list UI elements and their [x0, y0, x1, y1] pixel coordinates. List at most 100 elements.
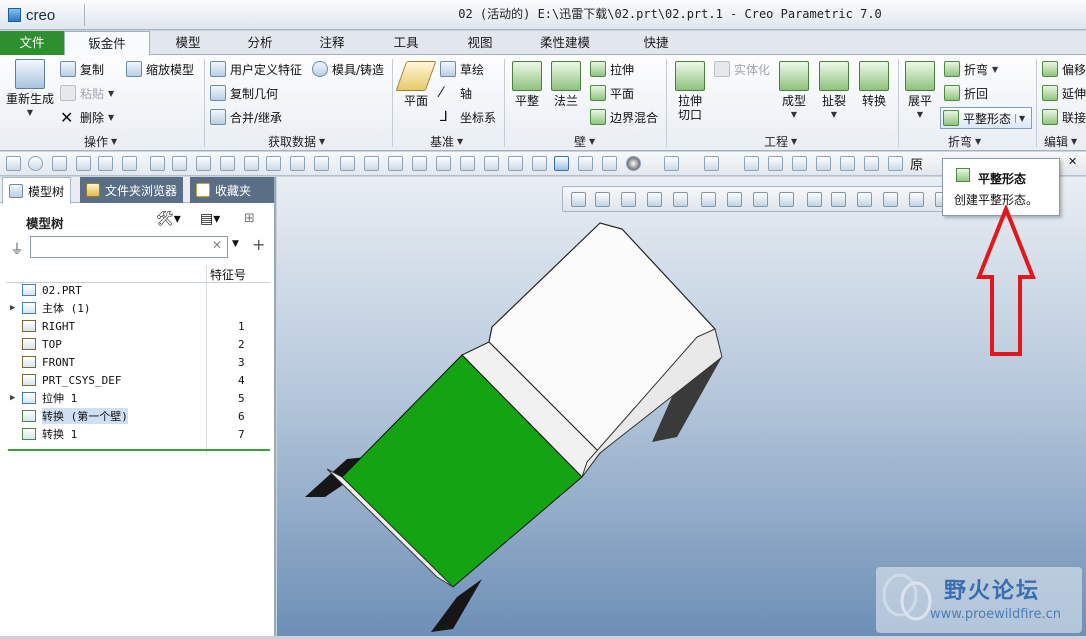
group-label-operations[interactable]: 操作 ▼ — [84, 133, 117, 150]
new-icon[interactable] — [6, 156, 21, 171]
group-label-datum[interactable]: 基准 ▼ — [430, 133, 463, 150]
csys-button[interactable]: ⅃ 坐标系 — [440, 107, 496, 127]
extrude-wall-button[interactable]: 拉伸 — [590, 59, 634, 79]
settings-tools-icon[interactable]: 🛠▾ — [156, 211, 190, 231]
csys-display-icon[interactable] — [909, 192, 924, 207]
regenerate-button[interactable]: 重新生成 ▼ — [4, 59, 56, 120]
show-menu-icon[interactable]: ▤▾ — [200, 211, 230, 231]
saved-orientations-icon[interactable] — [701, 192, 716, 207]
point-display-icon[interactable] — [883, 192, 898, 207]
scale-model-button[interactable]: 缩放模型 — [126, 59, 194, 79]
form-button[interactable]: 成型 ▼ — [776, 61, 812, 122]
csys-icon[interactable] — [290, 156, 305, 171]
search-dropdown-icon[interactable]: ▼ — [232, 239, 239, 249]
perspective-icon[interactable] — [753, 192, 768, 207]
sketch-icon[interactable] — [220, 156, 235, 171]
redo-icon[interactable] — [704, 156, 719, 171]
page-icon[interactable] — [150, 156, 165, 171]
expand-arrow-icon[interactable]: ▶ — [10, 303, 22, 313]
sync-icon[interactable] — [364, 156, 379, 171]
display-style-icon[interactable] — [673, 192, 688, 207]
rip-button[interactable]: 扯裂 ▼ — [816, 61, 852, 122]
chevron-down-icon[interactable]: ▼ — [1015, 113, 1025, 123]
udf-button[interactable]: 用户定义特征 — [210, 59, 302, 79]
tab-model-tree[interactable]: 模型树 — [2, 177, 72, 204]
close-icon[interactable]: ✕ — [1068, 155, 1083, 170]
flat-state-button[interactable]: 平整形态 ▼ — [940, 107, 1032, 129]
sketch-button[interactable]: 草绘 — [440, 59, 484, 79]
search-input[interactable] — [30, 236, 228, 258]
extrude-cut-button[interactable]: 拉伸 切口 — [672, 61, 708, 122]
axis-display-icon[interactable] — [857, 192, 872, 207]
tab-flexible-modeling[interactable]: 柔性建模 — [530, 31, 600, 55]
solidify-button[interactable]: 实体化 — [714, 59, 770, 79]
flange-wall-button[interactable]: 法兰 — [548, 61, 584, 108]
zoom-box-icon[interactable] — [578, 156, 593, 171]
tab-folder-browser[interactable]: 文件夹浏览器 — [80, 177, 184, 203]
paste-button[interactable]: 粘贴 ▼ — [60, 83, 114, 103]
tab-shortcuts[interactable]: 快捷 — [630, 31, 682, 55]
group-label-edit[interactable]: 编辑 ▼ — [1044, 133, 1077, 150]
bracket-icon[interactable] — [340, 156, 355, 171]
add-icon[interactable]: + — [252, 235, 265, 254]
group-label-engineering[interactable]: 工程 ▼ — [764, 133, 797, 150]
bend-back-button[interactable]: 折回 — [944, 83, 988, 103]
window-icon[interactable] — [172, 156, 187, 171]
chain-icon[interactable] — [816, 156, 831, 171]
tree-row[interactable]: 02.PRT — [10, 281, 270, 299]
tree-row[interactable]: RIGHT 1 — [10, 317, 270, 335]
section-icon[interactable] — [779, 192, 794, 207]
scale-icon[interactable] — [508, 156, 523, 171]
tree-row[interactable]: ▶ 拉伸 1 5 — [10, 389, 270, 407]
refit-icon[interactable] — [571, 192, 586, 207]
tab-favorites[interactable]: 收藏夹 — [190, 177, 274, 203]
tree-row[interactable]: FRONT 3 — [10, 353, 270, 371]
clear-search-icon[interactable]: ✕ — [212, 238, 222, 252]
convert-button[interactable]: 转换 — [856, 61, 892, 108]
flat-wall-button[interactable]: 平整 — [510, 61, 544, 108]
cut-icon[interactable] — [744, 156, 759, 171]
list-icon[interactable] — [436, 156, 451, 171]
boundary-blend-button[interactable]: 边界混合 — [590, 107, 658, 127]
delete-button[interactable]: ✕ 删除 ▼ — [60, 107, 114, 127]
tree-row[interactable]: 转换 (第一个壁) 6 — [10, 407, 270, 425]
group-label-wall[interactable]: 壁 ▼ — [574, 133, 595, 150]
columns-icon[interactable]: ⊞ — [244, 211, 266, 231]
copy-button[interactable]: 复制 — [60, 59, 104, 79]
zoom-out-icon[interactable] — [621, 192, 636, 207]
tab-annotate[interactable]: 注释 — [306, 31, 358, 55]
tab-view[interactable]: 视图 — [454, 31, 506, 55]
flag-icon[interactable] — [888, 156, 903, 171]
filter-icon[interactable]: ⏚ — [10, 239, 24, 259]
mold-casting-button[interactable]: 模具/铸造 — [312, 59, 384, 79]
vertex-icon[interactable] — [792, 156, 807, 171]
chart-icon[interactable] — [484, 156, 499, 171]
plane-wall-button[interactable]: 平面 — [590, 83, 634, 103]
insert-indicator[interactable] — [8, 449, 270, 451]
tree-row[interactable]: ▶ 主体 (1) — [10, 299, 270, 317]
save-icon[interactable] — [196, 156, 211, 171]
view-manager-icon[interactable] — [727, 192, 742, 207]
document-icon[interactable] — [122, 156, 137, 171]
tab-tools[interactable]: 工具 — [380, 31, 432, 55]
tab-analysis[interactable]: 分析 — [234, 31, 286, 55]
display-style-icon[interactable] — [626, 156, 641, 171]
tab-file[interactable]: 文件 — [0, 31, 64, 55]
axis-button[interactable]: ⁄ 轴 — [440, 83, 472, 103]
open-icon[interactable] — [76, 156, 91, 171]
shaded-box-icon[interactable] — [554, 156, 569, 171]
cylinder-icon[interactable] — [840, 156, 855, 171]
offset-button[interactable]: 偏移 — [1042, 59, 1086, 79]
pan-hand-icon[interactable] — [602, 156, 617, 171]
paste-icon[interactable] — [768, 156, 783, 171]
merge-inherit-button[interactable]: 合并/继承 — [210, 107, 282, 127]
copy-icon[interactable] — [388, 156, 403, 171]
tree-icon[interactable] — [52, 156, 67, 171]
zoom-in-icon[interactable] — [595, 192, 610, 207]
relations-icon[interactable] — [412, 156, 427, 171]
group-label-getdata[interactable]: 获取数据 ▼ — [268, 133, 325, 150]
page-icon[interactable] — [864, 156, 879, 171]
datum-plane-button[interactable]: 平面 — [395, 61, 437, 108]
layers-icon[interactable] — [460, 156, 475, 171]
tree-row[interactable]: 转换 1 7 — [10, 425, 270, 443]
